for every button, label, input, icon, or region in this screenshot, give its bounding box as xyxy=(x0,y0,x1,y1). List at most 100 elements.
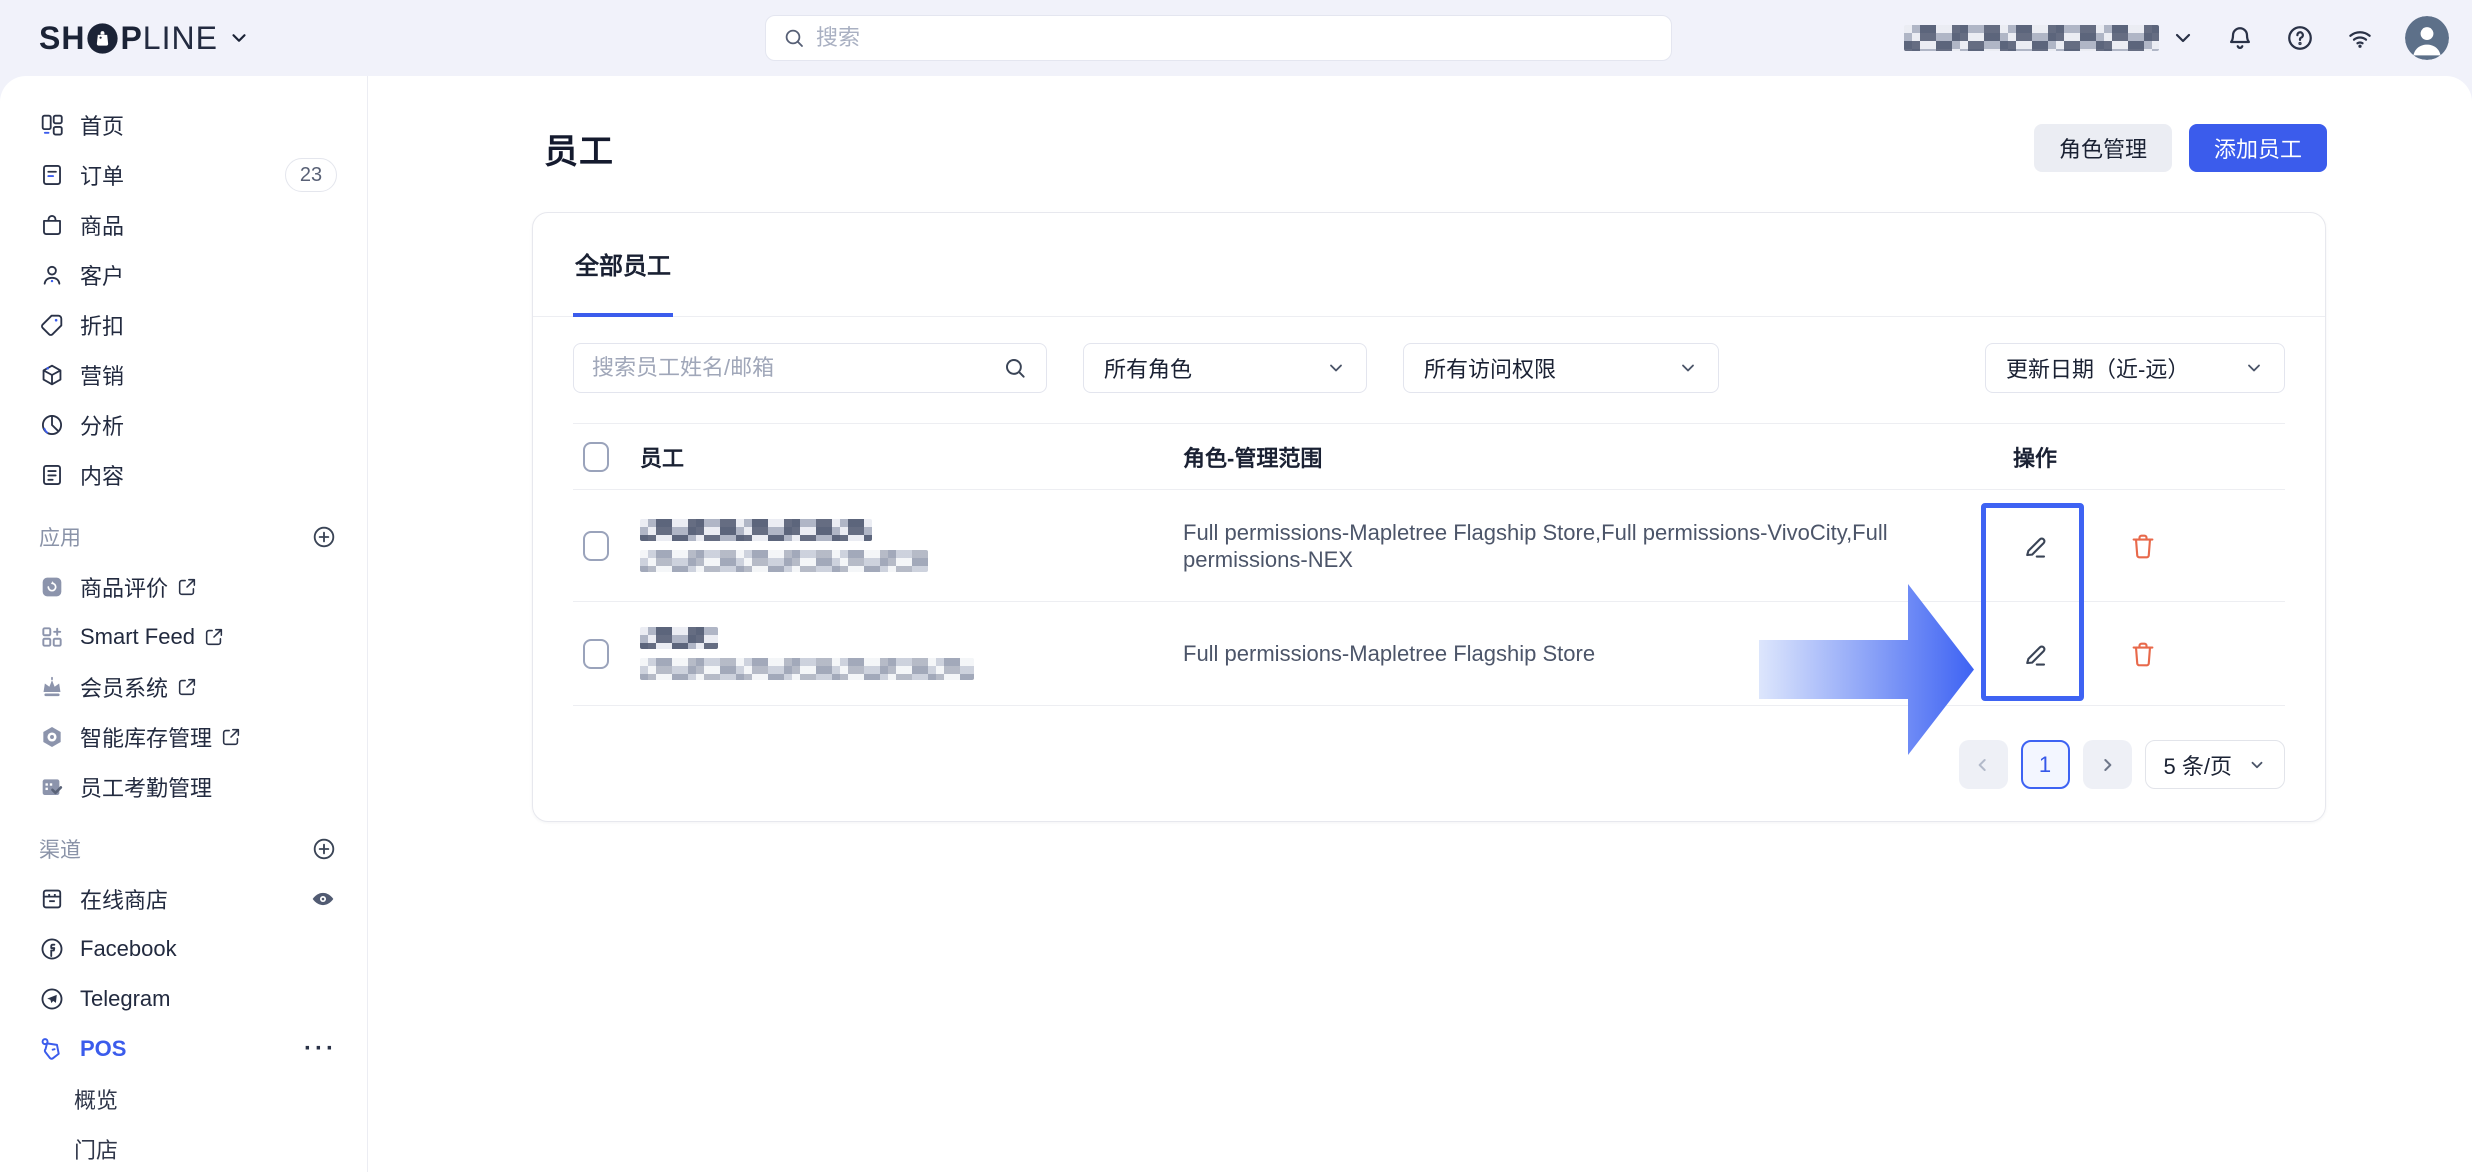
employee-identity-redacted xyxy=(640,519,1183,572)
table-row: Full permissions-Mapletree Flagship Stor… xyxy=(573,490,2285,602)
sort-filter-dropdown[interactable]: 更新日期（近-远） xyxy=(1985,343,2285,393)
brand-logo[interactable]: SHP LINE xyxy=(39,20,250,57)
sidebar-item-telegram[interactable]: Telegram xyxy=(0,974,367,1024)
table-header-row: 员工 角色-管理范围 操作 xyxy=(573,424,2285,490)
sidebar-item-smart-inventory[interactable]: 智能库存管理 xyxy=(0,712,367,762)
sidebar-item-smart-feed[interactable]: Smart Feed xyxy=(0,612,367,662)
sidebar-item-home[interactable]: 首页 xyxy=(0,100,367,150)
sidebar-item-content[interactable]: 内容 xyxy=(0,450,367,500)
customers-icon xyxy=(39,262,65,288)
sidebar-item-discounts[interactable]: 折扣 xyxy=(0,300,367,350)
notifications-bell-icon[interactable] xyxy=(2225,23,2255,53)
chevron-down-icon xyxy=(228,27,250,49)
home-icon xyxy=(39,112,65,138)
chevron-right-icon xyxy=(2097,755,2117,775)
chevron-down-icon xyxy=(2244,358,2264,378)
smart-inventory-app-icon xyxy=(39,724,65,750)
row-checkbox[interactable] xyxy=(583,531,609,561)
external-link-icon xyxy=(176,576,198,598)
employee-search[interactable] xyxy=(573,343,1047,393)
help-icon[interactable] xyxy=(2285,23,2315,53)
chevron-down-icon xyxy=(2248,756,2266,774)
membership-crown-icon xyxy=(39,674,65,700)
shopline-admin: SHP LINE 首页 xyxy=(0,0,2472,1172)
page-number-button[interactable]: 1 xyxy=(2021,740,2070,789)
eye-visibility-icon[interactable] xyxy=(309,885,337,913)
telegram-icon xyxy=(39,986,65,1012)
page-size-dropdown[interactable]: 5 条/页 xyxy=(2145,740,2285,789)
sidebar-item-attendance[interactable]: 员工考勤管理 xyxy=(0,762,367,812)
sidebar-item-orders[interactable]: 订单 23 xyxy=(0,150,367,200)
brand-text-bold: SHP xyxy=(39,20,143,57)
product-reviews-app-icon xyxy=(39,574,65,600)
account-switcher[interactable] xyxy=(1904,25,2195,51)
add-channel-icon[interactable] xyxy=(311,836,337,862)
account-name-redacted xyxy=(1904,25,2159,51)
content-doc-icon xyxy=(39,462,65,488)
orders-count-badge: 23 xyxy=(285,158,337,192)
orders-icon xyxy=(39,162,65,188)
avatar[interactable] xyxy=(2405,16,2449,60)
edit-employee-button[interactable] xyxy=(2016,527,2054,565)
role-scope-text: Full permissions-Mapletree Flagship Stor… xyxy=(1183,640,1960,667)
main-area: 员工 角色管理 添加员工 全部员工 所有角色 xyxy=(368,76,2472,1172)
online-store-icon xyxy=(39,886,65,912)
global-search-input[interactable] xyxy=(816,25,1655,51)
sidebar-item-analytics[interactable]: 分析 xyxy=(0,400,367,450)
employees-table: 员工 角色-管理范围 操作 Full permissions-Mapletree… xyxy=(573,423,2285,706)
sidebar-subitem-overview[interactable]: 概览 xyxy=(0,1074,367,1124)
select-all-checkbox[interactable] xyxy=(583,442,609,472)
pagination: 1 5 条/页 xyxy=(1959,706,2285,823)
sidebar-item-marketing[interactable]: 营销 xyxy=(0,350,367,400)
global-search[interactable] xyxy=(765,15,1672,61)
next-page-button[interactable] xyxy=(2083,740,2132,789)
delete-employee-button[interactable] xyxy=(2124,635,2162,673)
add-app-icon[interactable] xyxy=(311,524,337,550)
sidebar: 首页 订单 23 商品 客户 折扣 营销 xyxy=(0,76,368,1172)
top-right-cluster xyxy=(1904,0,2449,76)
page-header: 员工 角色管理 添加员工 xyxy=(532,123,2327,173)
role-management-button[interactable]: 角色管理 xyxy=(2034,124,2172,172)
access-filter-dropdown[interactable]: 所有访问权限 xyxy=(1403,343,1719,393)
top-bar: SHP LINE xyxy=(0,0,2472,76)
trash-icon xyxy=(2128,531,2158,561)
sidebar-item-product-reviews[interactable]: 商品评价 xyxy=(0,562,367,612)
col-role-scope: 角色-管理范围 xyxy=(1183,441,1960,473)
edit-employee-button[interactable] xyxy=(2016,635,2054,673)
employees-card: 全部员工 所有角色 所有访问权限 xyxy=(532,212,2326,822)
sidebar-subitem-stores[interactable]: 门店 xyxy=(0,1124,367,1172)
table-row: Full permissions-Mapletree Flagship Stor… xyxy=(573,602,2285,706)
sidebar-item-online-store[interactable]: 在线商店 xyxy=(0,874,367,924)
sidebar-item-customers[interactable]: 客户 xyxy=(0,250,367,300)
add-employee-button[interactable]: 添加员工 xyxy=(2189,124,2327,172)
search-icon xyxy=(782,26,806,50)
marketing-cube-icon xyxy=(39,362,65,388)
pos-more-icon[interactable]: ··· xyxy=(304,1044,337,1054)
col-actions: 操作 xyxy=(1960,441,2110,473)
pos-tag-icon xyxy=(39,1036,65,1062)
sidebar-item-pos[interactable]: POS ··· xyxy=(0,1024,367,1074)
row-checkbox[interactable] xyxy=(583,639,609,669)
role-filter-dropdown[interactable]: 所有角色 xyxy=(1083,343,1367,393)
employee-identity-redacted xyxy=(640,627,1183,680)
sidebar-section-apps: 应用 xyxy=(0,512,367,562)
trash-icon xyxy=(2128,639,2158,669)
page-title: 员工 xyxy=(544,124,614,173)
chevron-left-icon xyxy=(1973,755,1993,775)
analytics-pie-icon xyxy=(39,412,65,438)
prev-page-button[interactable] xyxy=(1959,740,2008,789)
tab-all-employees[interactable]: 全部员工 xyxy=(573,213,673,317)
sidebar-section-channels: 渠道 xyxy=(0,824,367,874)
network-wifi-icon[interactable] xyxy=(2345,23,2375,53)
external-link-icon xyxy=(203,626,225,648)
sidebar-item-facebook[interactable]: Facebook xyxy=(0,924,367,974)
col-employee: 员工 xyxy=(640,441,1183,473)
role-scope-text: Full permissions-Mapletree Flagship Stor… xyxy=(1183,519,1960,573)
sidebar-item-membership[interactable]: 会员系统 xyxy=(0,662,367,712)
employee-search-input[interactable] xyxy=(592,355,992,381)
smart-feed-app-icon xyxy=(39,624,65,650)
sidebar-item-products[interactable]: 商品 xyxy=(0,200,367,250)
delete-employee-button[interactable] xyxy=(2124,527,2162,565)
shopline-logo-icon xyxy=(86,22,119,55)
edit-pencil-icon xyxy=(2020,531,2050,561)
